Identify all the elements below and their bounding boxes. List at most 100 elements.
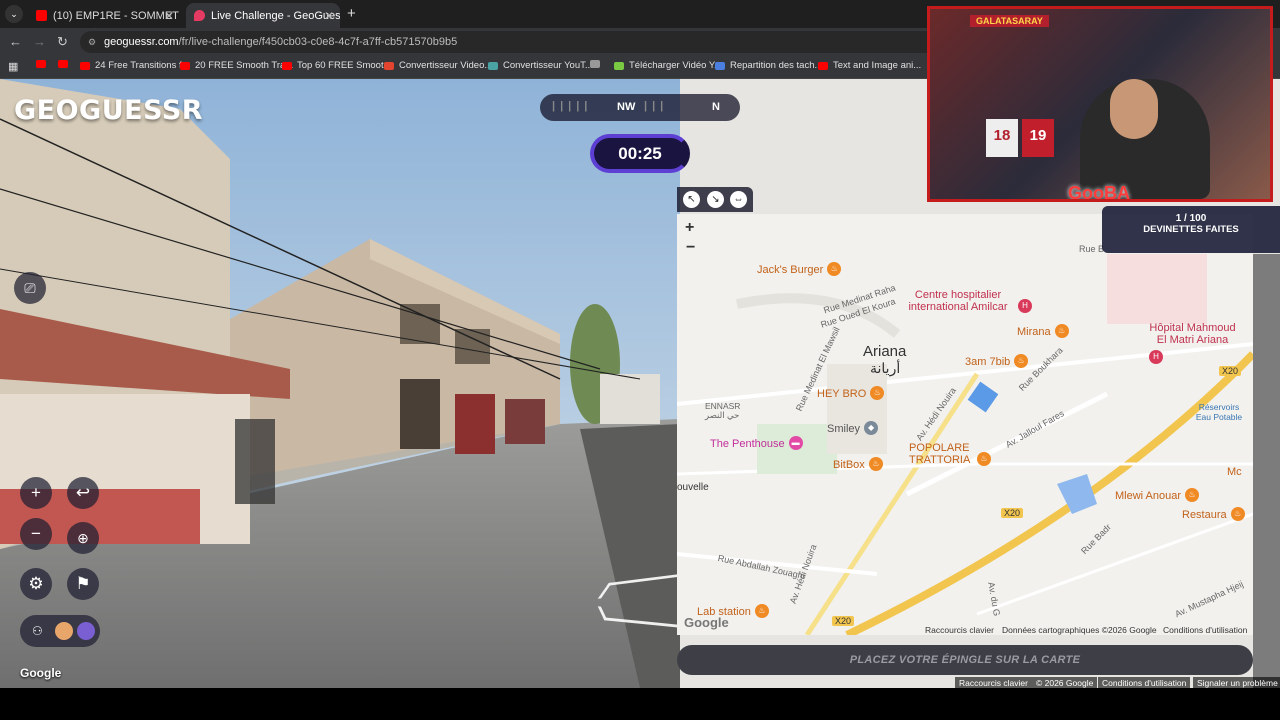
place-pin-button[interactable]: PLACEZ VOTRE ÉPINGLE SUR LA CARTE [677,645,1253,675]
bookmark-label: Top 60 FREE Smoot... [297,60,392,71]
map-place-food[interactable]: BitBox ♨ [833,455,883,473]
jersey: 18 [986,119,1018,157]
plus-icon: + [31,483,41,502]
bookmark-item[interactable]: 24 Free Transitions f... [80,60,190,71]
youtube-icon [36,60,46,68]
place-label: Réservoirs Eau Potable [1195,402,1243,422]
place-label: Mlewi Anouar [1115,490,1182,502]
shrink-map-icon[interactable]: ↘ [707,191,724,208]
settings-button[interactable]: ⚙ [20,568,52,600]
tab-youtube[interactable]: (10) EMP1RE - SOMMET (O 🔊 ✕ [28,3,180,28]
chat-bubble-icon: ⎚ [24,279,36,296]
bookmark-item[interactable]: Convertisseur Video... [384,60,492,71]
youtube-icon [818,61,828,70]
tab-title: Live Challenge - GeoGuessr [211,9,340,22]
map-place-food[interactable]: Jack's Burger ♨ [757,260,842,278]
map-keyboard-shortcuts-link[interactable]: Raccourcis clavier [925,625,994,635]
back-icon[interactable]: ← [9,34,22,49]
bookmark-item[interactable] [590,60,605,68]
guess-count: 1 / 100 [1175,213,1207,224]
streamer-webcam: GALATASARAY 18 19 GooBA [927,6,1273,202]
geoguessr-logo[interactable]: GEOGUESSR [14,95,203,126]
map-place-food[interactable]: Restaura ♨ [1182,505,1245,523]
map-place-hospital[interactable]: Centre hospitalier international Amilcar… [902,289,1032,315]
map-place-food[interactable]: 3am 7bib ♨ [965,352,1029,370]
compass-label-n: N [712,101,720,113]
food-poi-icon: ♨ [1054,323,1069,338]
highway-shield: X20 [1001,508,1024,518]
map-zoom-out-button[interactable]: − [686,239,695,257]
url-domain: geoguessr.com [104,36,179,48]
undo-move-button[interactable]: ↩ [67,477,99,509]
map-place-district[interactable]: حي النصر [705,405,739,423]
bookmark-item[interactable]: Top 60 FREE Smoot... [282,60,392,71]
streamer-face [1110,79,1158,139]
bookmark-label: Télécharger Vidéo Y... [629,60,722,71]
bookmark-item[interactable]: Repartition des tach... [715,60,822,71]
map-place-food[interactable]: HEY BRO ♨ [817,384,885,402]
zoom-in-button[interactable]: + [20,477,52,509]
youtube-icon [80,61,90,70]
map-place-food[interactable]: POPOLARE TRATTORIA ♨ [909,442,991,468]
guess-progress-panel: 1 / 100 DEVINETTES FAITES [1102,206,1280,253]
tab-title: (10) EMP1RE - SOMMET (O [53,9,180,22]
place-label: The Penthouse [710,438,785,450]
player-avatar [54,622,73,640]
bookmark-item[interactable]: 20 FREE Smooth Tra... [180,60,293,71]
map-place-hospital[interactable]: Hôpital Mahmoud El Matri Ariana H [1145,322,1253,366]
bookmark-label: Convertisseur YouT... [503,60,593,71]
hospital-poi-icon: H [1018,298,1032,313]
map-place-water[interactable]: Réservoirs Eau Potable [1193,402,1245,425]
place-label: 3am 7bib [965,356,1011,368]
players-pill[interactable]: ⚇ [20,615,100,647]
converter-icon [488,61,498,70]
bookmark-label: 20 FREE Smooth Tra... [195,60,294,71]
bookmark-item[interactable] [58,60,73,68]
players-icon: ⚇ [32,624,43,638]
player-avatar [76,622,95,640]
site-info-icon[interactable]: ⚙ [88,37,96,48]
bookmark-item[interactable]: Convertisseur YouT... [488,60,593,71]
tab-search-button[interactable]: ⌄ [5,5,23,23]
place-label: حي النصر [705,410,740,420]
report-location-button[interactable]: ⎚ [14,272,46,304]
tab-geoguessr[interactable]: Live Challenge - GeoGuessr ✕ [186,3,340,28]
forward-icon[interactable]: → [33,34,46,49]
hotel-poi-icon: ▬ [788,435,803,450]
guess-map[interactable]: + − Ariana أريانة Jack's Burger ♨ Centre h… [677,214,1253,635]
food-poi-icon: ♨ [1014,353,1029,368]
place-label: HEY BRO [817,388,867,400]
map-place-food[interactable]: Mirana ♨ [1017,322,1069,340]
road-label: ouvelle [677,482,709,493]
close-tab-icon[interactable]: ✕ [324,9,334,23]
docs-icon [715,61,725,70]
geoguessr-pin-icon [194,10,205,21]
new-tab-button[interactable]: + [347,5,356,22]
expand-map-icon[interactable]: ↖ [683,191,700,208]
map-zoom-in-button[interactable]: + [685,219,694,237]
hospital-poi-icon: H [1149,349,1163,364]
map-place-school[interactable]: Smiley ◆ [827,419,879,437]
map-terms-link[interactable]: Conditions d'utilisation [1163,625,1247,635]
webcam-banner: GALATASARAY [970,15,1049,27]
map-place-food[interactable]: Mlewi Anouar ♨ [1115,486,1200,504]
pin-map-icon[interactable]: ⇔ [730,191,747,208]
bookmark-label: Repartition des tach... [730,60,823,71]
flag-button[interactable]: ⚑ [67,568,99,600]
map-place-food[interactable]: Mc [1227,462,1242,480]
place-label: Jack's Burger [757,264,824,276]
compass-strip: ||||| NW ||| N [540,94,740,121]
city-label: Ariana [863,343,907,360]
map-place-hotel[interactable]: The Penthouse ▬ [710,434,803,452]
bookmark-item[interactable]: Text and Image ani... [818,60,921,71]
apps-grid-icon[interactable]: ▦ [8,60,18,73]
youtube-icon [58,60,68,68]
reload-icon[interactable]: ↻ [57,34,68,50]
bookmark-item[interactable]: Télécharger Vidéo Y... [614,60,722,71]
return-to-start-button[interactable]: ⊕ [67,522,99,554]
close-tab-icon[interactable]: ✕ [164,9,174,23]
zoom-out-button[interactable]: − [20,518,52,550]
page-bottom-strip [0,688,1280,720]
bookmark-item[interactable] [36,60,51,68]
food-poi-icon: ♨ [827,261,842,276]
